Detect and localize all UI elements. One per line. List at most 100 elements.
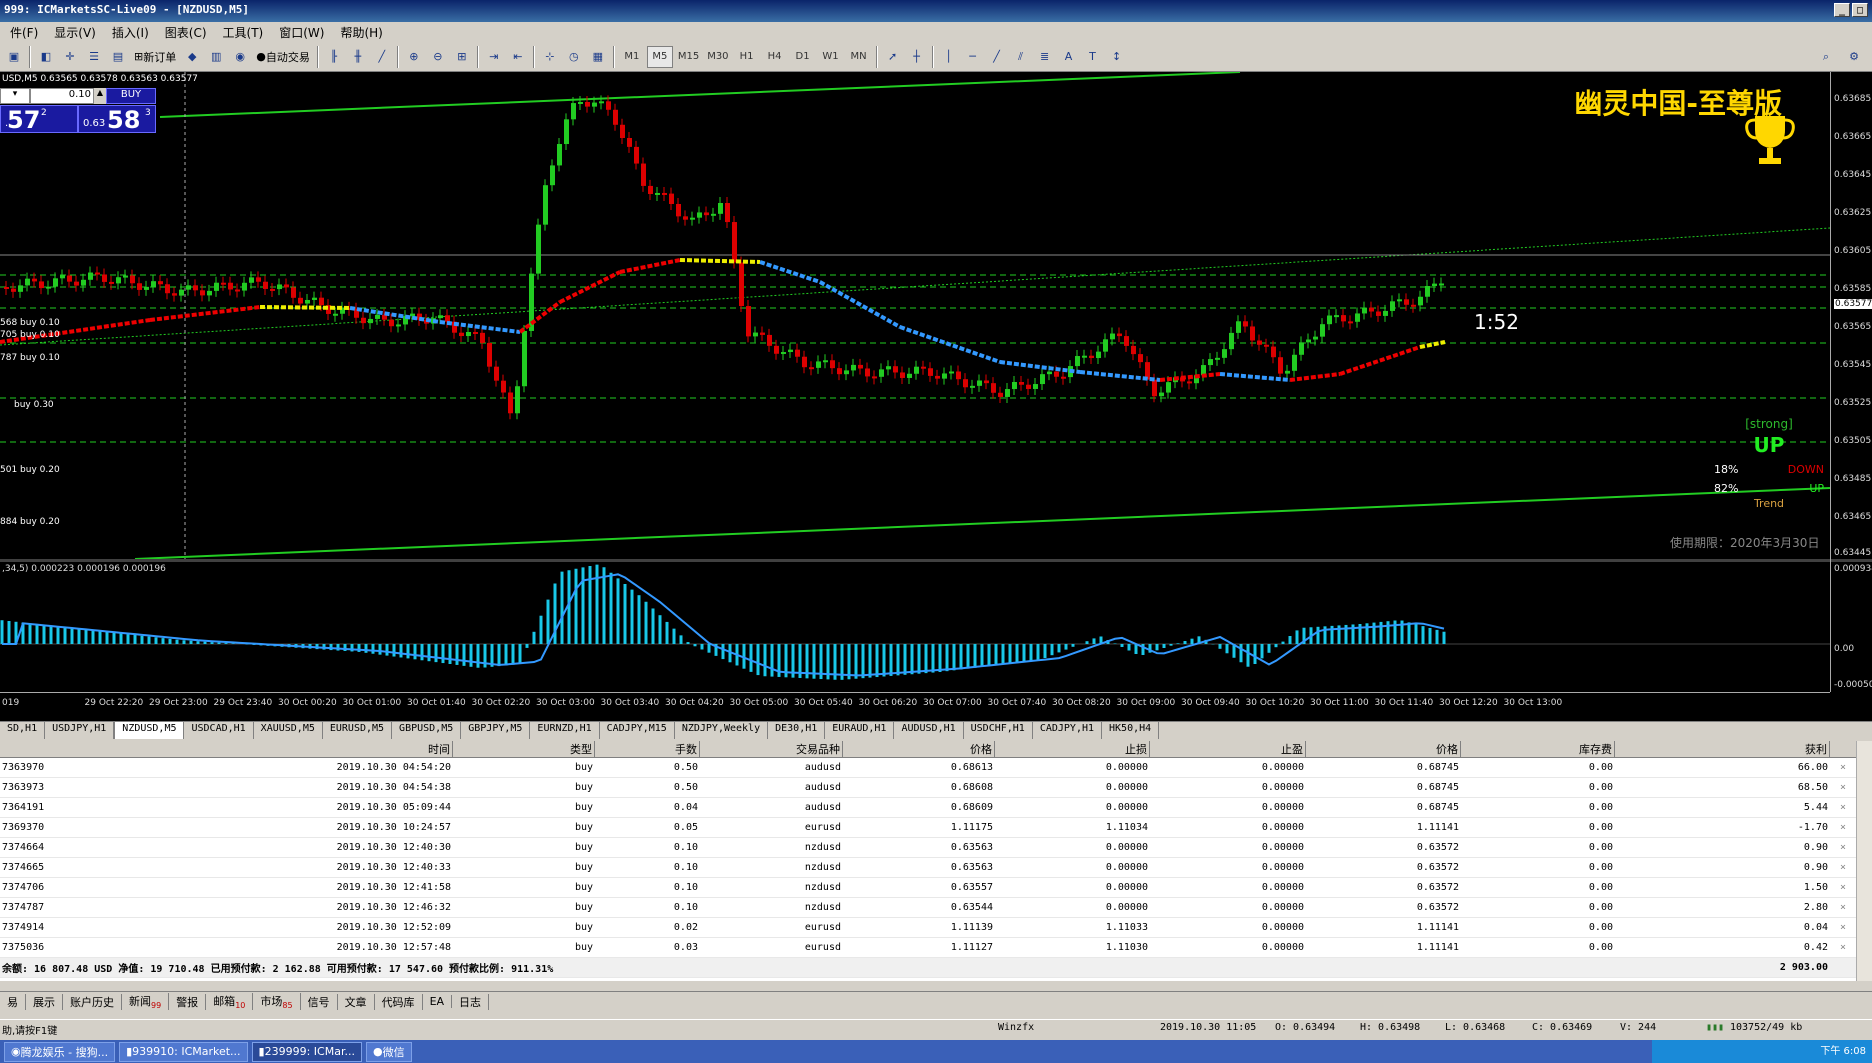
new-order-button[interactable]: ⊞ 新订单	[131, 46, 179, 68]
search-icon[interactable]: ⌕	[1815, 46, 1837, 68]
close-order-icon[interactable]: ×	[1830, 902, 1856, 913]
timeframe-w1[interactable]: W1	[818, 46, 844, 68]
price-pane[interactable]: USD,M5 0.63565 0.63578 0.63563 0.63577 ▾…	[0, 72, 1830, 559]
chart-tab[interactable]: CADJPY,M15	[600, 722, 675, 739]
vertical-line-icon[interactable]: │	[938, 46, 960, 68]
timeframe-m5[interactable]: M5	[646, 45, 673, 68]
horizontal-line-icon[interactable]: ─	[962, 46, 984, 68]
arrows-icon[interactable]: ↕	[1106, 46, 1128, 68]
terminal-tab[interactable]: 邮箱10	[206, 992, 254, 1011]
market-watch-icon[interactable]: ☰	[83, 46, 105, 68]
zoom-in-icon[interactable]: ⊕	[403, 46, 425, 68]
terminal-tab[interactable]: 易	[0, 993, 26, 1010]
timeframe-m1[interactable]: M1	[619, 46, 645, 68]
table-row[interactable]: 7374706 2019.10.30 12:41:58 buy 0.10 nzdusd 0…	[0, 878, 1856, 898]
taskbar-item-wechat[interactable]: ● 微信	[365, 1041, 412, 1062]
settings-icon[interactable]: ⚙	[1843, 46, 1865, 68]
close-order-icon[interactable]: ×	[1830, 762, 1856, 773]
chart-tab[interactable]: SD,H1	[0, 722, 46, 739]
chart-tab[interactable]: USDJPY,H1	[45, 722, 115, 739]
lot-spinner-icon[interactable]: ▲	[94, 88, 106, 104]
chart-tab[interactable]: EURUSD,M5	[323, 722, 393, 739]
buy-button[interactable]: BUY	[106, 88, 156, 104]
text-icon[interactable]: A	[1058, 46, 1080, 68]
table-scrollbar[interactable]	[1856, 741, 1872, 981]
profiles-icon[interactable]: ◧	[35, 46, 57, 68]
line-chart-icon[interactable]: ╱	[371, 46, 393, 68]
chart-tab[interactable]: EURAUD,H1	[825, 722, 895, 739]
tester-icon[interactable]: ▥	[205, 46, 227, 68]
chart-shift-icon[interactable]: ⇤	[507, 46, 529, 68]
indicators-icon[interactable]: ⊹	[539, 46, 561, 68]
table-row[interactable]: 7374665 2019.10.30 12:40:33 buy 0.10 nzdusd 0…	[0, 858, 1856, 878]
col-type[interactable]: 类型	[453, 741, 595, 757]
templates-icon[interactable]: ▦	[587, 46, 609, 68]
timeframe-m30[interactable]: M30	[704, 46, 731, 68]
chart-window[interactable]: USD,M5 0.63565 0.63578 0.63563 0.63577 ▾…	[0, 72, 1872, 721]
fibonacci-icon[interactable]: ≣	[1034, 46, 1056, 68]
signal-icon[interactable]: ◉	[229, 46, 251, 68]
label-icon[interactable]: T	[1082, 46, 1104, 68]
terminal-tab[interactable]: 信号	[301, 993, 338, 1010]
table-row[interactable]: 7374914 2019.10.30 12:52:09 buy 0.02 eurusd 1…	[0, 918, 1856, 938]
bar-chart-icon[interactable]: ╟	[323, 46, 345, 68]
chart-tab[interactable]: AUDUSD,H1	[894, 722, 964, 739]
maximize-button[interactable]: □	[1852, 3, 1868, 17]
timeframe-mn[interactable]: MN	[846, 46, 872, 68]
col-current-price[interactable]: 价格	[1306, 741, 1461, 757]
channel-icon[interactable]: ⫽	[1010, 46, 1032, 68]
col-time[interactable]: 时间	[175, 741, 453, 757]
chart-tab[interactable]: CADJPY,H1	[1033, 722, 1103, 739]
timeframe-h4[interactable]: H4	[762, 46, 788, 68]
menu-charts[interactable]: 图表(C)	[157, 24, 215, 41]
chart-tab[interactable]: GBPUSD,M5	[392, 722, 462, 739]
taskbar-item-mt4-1[interactable]: ▮ 939910: ICMarket...	[119, 1041, 248, 1062]
price-axis[interactable]: 0.63685 0.63665 0.63645 0.63625 0.63605 …	[1830, 72, 1872, 692]
new-chart-icon[interactable]: ▣	[3, 46, 25, 68]
autoscroll-icon[interactable]: ⇥	[483, 46, 505, 68]
menu-help[interactable]: 帮助(H)	[332, 24, 390, 41]
terminal-tab[interactable]: 新闻99	[122, 992, 170, 1011]
menu-tools[interactable]: 工具(T)	[215, 24, 272, 41]
col-profit[interactable]: 获利	[1615, 741, 1830, 757]
menu-window[interactable]: 窗口(W)	[271, 24, 332, 41]
close-order-icon[interactable]: ×	[1830, 822, 1856, 833]
close-order-icon[interactable]: ×	[1830, 782, 1856, 793]
oscillator-pane[interactable]: ,34,5) 0.000223 0.000196 0.000196	[0, 562, 1830, 692]
close-order-icon[interactable]: ×	[1830, 862, 1856, 873]
close-order-icon[interactable]: ×	[1830, 842, 1856, 853]
timeframe-m15[interactable]: M15	[675, 46, 702, 68]
col-lots[interactable]: 手数	[595, 741, 700, 757]
tile-windows-icon[interactable]: ⊞	[451, 46, 473, 68]
chart-tab[interactable]: USDCHF,H1	[964, 722, 1033, 739]
periods-icon[interactable]: ◷	[563, 46, 585, 68]
terminal-tab[interactable]: 市场85	[253, 992, 301, 1011]
menu-file[interactable]: 件(F)	[2, 24, 46, 41]
table-row[interactable]: 7363970 2019.10.30 04:54:20 buy 0.50 audusd 0…	[0, 758, 1856, 778]
col-symbol[interactable]: 交易品种	[700, 741, 843, 757]
menu-insert[interactable]: 插入(I)	[104, 24, 157, 41]
table-row[interactable]: 7369370 2019.10.30 10:24:57 buy 0.05 eurusd 1…	[0, 818, 1856, 838]
terminal-tab[interactable]: 展示	[26, 993, 63, 1010]
table-row[interactable]: 7374787 2019.10.30 12:46:32 buy 0.10 nzdusd 0…	[0, 898, 1856, 918]
buy-price-button[interactable]: 0.63 58 3	[78, 105, 156, 134]
chart-tab[interactable]: DE30,H1	[768, 722, 826, 739]
sell-price-button[interactable]: . 57 2	[0, 105, 78, 134]
close-order-icon[interactable]: ×	[1830, 882, 1856, 893]
chart-tab[interactable]: NZDJPY,Weekly	[675, 722, 769, 739]
terminal-tab[interactable]: 代码库	[375, 993, 423, 1010]
taskbar-item-mt4-2[interactable]: ▮ 239999: ICMar...	[251, 1041, 362, 1062]
terminal-tab[interactable]: 文章	[338, 993, 375, 1010]
crosshair-icon[interactable]: ✛	[59, 46, 81, 68]
chart-tab[interactable]: XAUUSD,M5	[254, 722, 323, 739]
chart-tab[interactable]: HK50,H4	[1102, 722, 1160, 739]
lot-size-input[interactable]: 0.10	[30, 88, 94, 104]
close-order-icon[interactable]: ×	[1830, 942, 1856, 953]
cursor-icon[interactable]: ➚	[882, 46, 904, 68]
close-order-icon[interactable]: ×	[1830, 802, 1856, 813]
crosshair-tool-icon[interactable]: ┼	[906, 46, 928, 68]
menu-view[interactable]: 显示(V)	[46, 24, 104, 41]
terminal-tab[interactable]: 警报	[169, 993, 207, 1010]
metaeditor-icon[interactable]: ◆	[181, 46, 203, 68]
trendline-icon[interactable]: ╱	[986, 46, 1008, 68]
